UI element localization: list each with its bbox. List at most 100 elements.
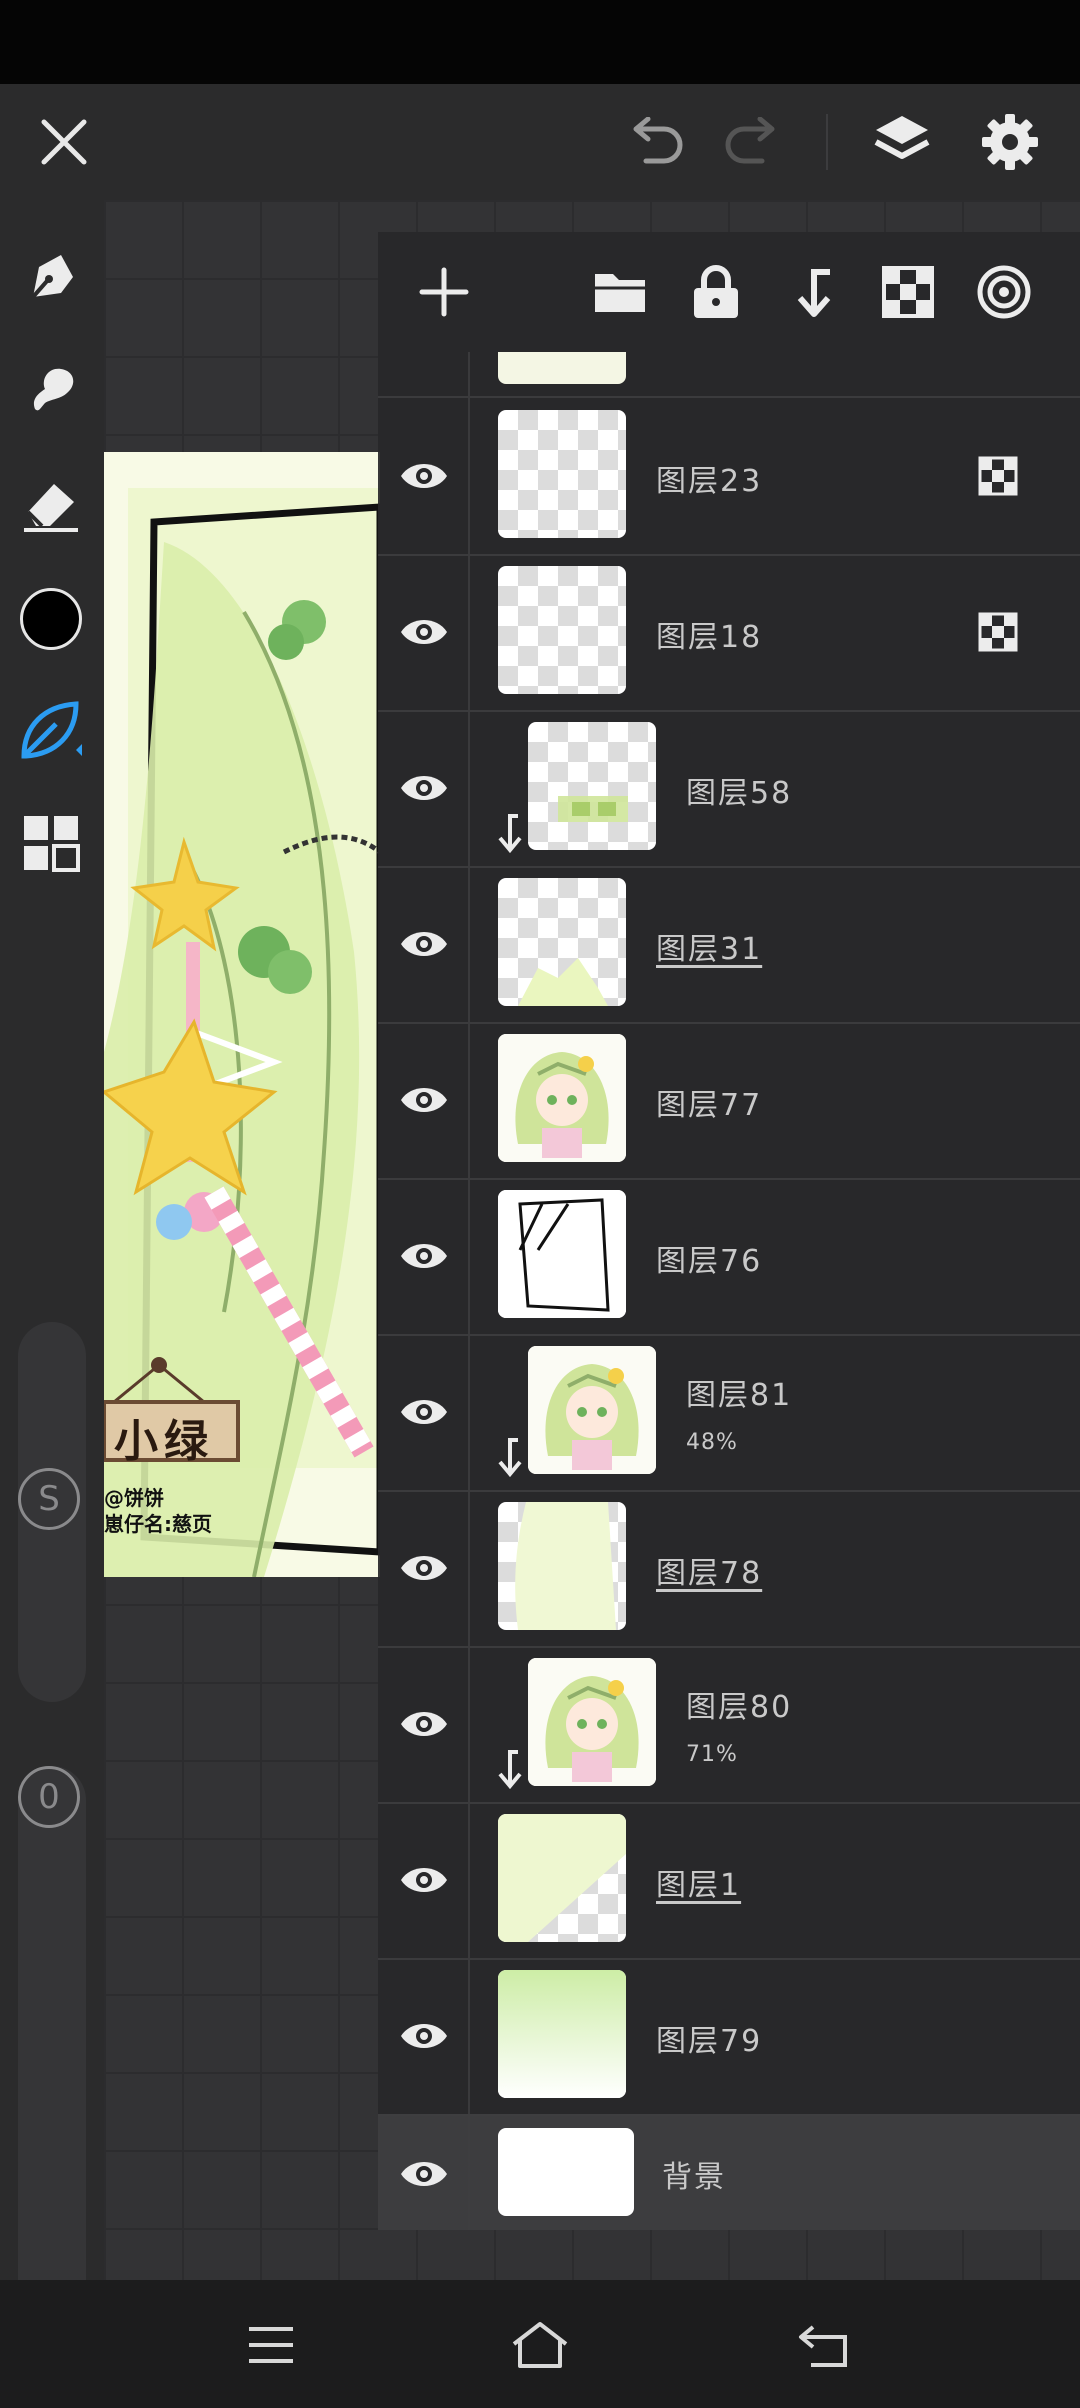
brush-tool[interactable] [12,692,90,770]
visibility-toggle[interactable] [396,1544,452,1592]
home-nav-button[interactable] [505,2310,575,2380]
layer-thumbnail [498,1970,626,2098]
alpha-lock-indicator-icon [978,456,1018,496]
layer-row[interactable]: 图层78 [378,1490,1080,1648]
eye-icon [401,1712,447,1736]
color-picker-button[interactable] [12,580,90,658]
clip-arrow-icon [498,1750,522,1790]
clipping-indicator [496,1750,526,1790]
layer-thumbnail [528,1346,656,1474]
eye-icon [401,1244,447,1268]
layer-name: 图层81 [686,1378,793,1413]
clip-arrow-icon [498,814,522,854]
undo-button[interactable] [618,104,694,180]
layers-panel-toolbar [378,232,1080,352]
clip-arrow-icon [498,1438,522,1478]
layer-name: 图层76 [656,1244,763,1279]
menu-nav-button[interactable] [236,2310,306,2380]
layer-thumbnail [498,410,626,538]
alpha-lock-button[interactable] [868,252,948,332]
layer-row[interactable]: 图层1 [378,1802,1080,1960]
eraser-tool[interactable] [12,464,90,542]
eye-icon [401,2024,447,2048]
target-icon [977,265,1031,319]
layer-opacity: 48% [686,1430,738,1455]
visibility-toggle[interactable] [396,1232,452,1280]
eye-icon [401,776,447,800]
layer-thumbnail [498,1190,626,1318]
back-nav-button[interactable] [788,2310,858,2380]
layer-row[interactable]: 图层18 [378,554,1080,712]
visibility-toggle[interactable] [396,1700,452,1748]
undo-icon [633,117,683,164]
more-tools-button[interactable] [12,804,90,882]
layer-name: 图层58 [686,776,793,811]
alpha-lock-indicator[interactable] [978,456,1018,496]
alpha-lock-indicator[interactable] [978,612,1018,652]
layer-row-partial[interactable] [378,352,1080,398]
layer-thumbnail [528,1658,656,1786]
layer-name: 图层1 [656,1868,742,1903]
merge-down-icon [797,269,831,317]
layer-row[interactable]: 图层31 [378,866,1080,1024]
artwork-image: 小绿 @饼饼 崽仔名:慈页 [104,452,380,1577]
layer-thumbnail [498,1814,626,1942]
eye-icon [401,1088,447,1112]
close-icon [41,119,87,165]
layer-name: 图层77 [656,1088,763,1123]
visibility-toggle[interactable] [396,1388,452,1436]
status-bar [0,0,1080,84]
visibility-toggle[interactable] [396,920,452,968]
close-button[interactable] [26,104,102,180]
brush-opacity-slider[interactable] [18,1766,86,2338]
clipping-indicator [496,814,526,854]
pen-tool[interactable] [12,238,90,316]
layer-thumbnail [498,1502,626,1630]
eye-icon [401,620,447,644]
layer-row[interactable]: 图层23 [378,398,1080,556]
layer-thumbnail [498,878,626,1006]
eraser-icon [24,484,78,532]
visibility-toggle[interactable] [396,764,452,812]
blend-mode-button[interactable] [964,252,1044,332]
layers-icon [874,116,930,159]
background-layer-row[interactable]: 背景 [378,2114,1080,2230]
settings-button[interactable] [972,104,1048,180]
artwork-sign-text: 小绿 [114,1416,214,1467]
visibility-toggle[interactable] [396,1856,452,1904]
layer-name: 图层23 [656,464,763,499]
layers-button[interactable] [864,104,940,180]
redo-icon [725,117,775,164]
visibility-toggle[interactable] [396,452,452,500]
visibility-toggle[interactable] [396,1076,452,1124]
layer-row[interactable]: 图层79 [378,1958,1080,2116]
layers-panel: 图层23 图层18 图层58 图层31 图层77 图层76 图层81 48% 图层78 图层80 7… [378,232,1080,2230]
visibility-toggle[interactable] [396,2150,452,2198]
left-toolbar: S 0 [0,200,104,2338]
visibility-toggle[interactable] [396,2012,452,2060]
layer-thumbnail [498,352,626,384]
add-layer-button[interactable] [404,252,484,332]
layer-thumbnail [498,1034,626,1162]
layer-thumbnail [528,722,656,850]
new-folder-button[interactable] [580,252,660,332]
lock-layer-button[interactable] [676,252,756,332]
layer-row[interactable]: 图层77 [378,1022,1080,1180]
visibility-toggle[interactable] [396,608,452,656]
layer-row[interactable]: 图层80 71% [378,1646,1080,1804]
grid-apps-icon [24,816,80,872]
redo-button[interactable] [714,104,790,180]
current-color-swatch [20,588,82,650]
clipping-indicator [496,1438,526,1478]
opacity-slider-badge: 0 [18,1766,80,1828]
clipping-mask-button[interactable] [772,252,852,332]
smudge-tool[interactable] [12,350,90,428]
smudge-icon [33,368,74,411]
system-nav-bar [0,2280,1080,2408]
layer-row[interactable]: 图层76 [378,1178,1080,1336]
layer-row[interactable]: 图层81 48% [378,1334,1080,1492]
layer-name: 图层18 [656,620,763,655]
lock-icon [694,265,738,318]
eye-icon [401,1400,447,1424]
layer-row[interactable]: 图层58 [378,710,1080,868]
